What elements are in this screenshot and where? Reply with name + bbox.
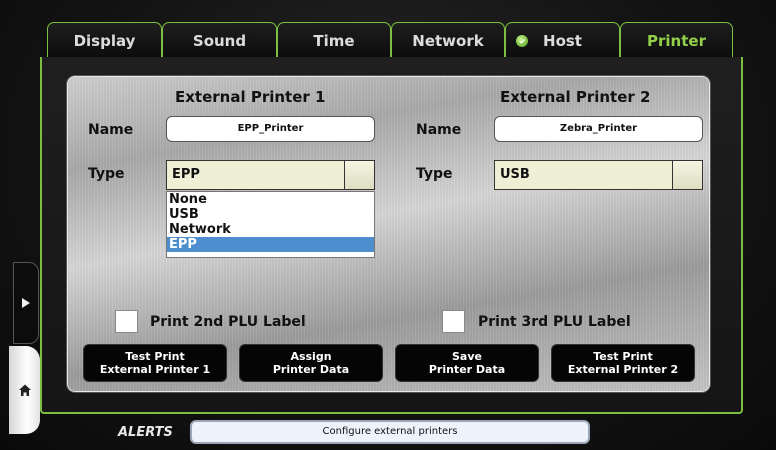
printer1-type-label: Type xyxy=(88,166,125,182)
home-icon xyxy=(18,384,31,396)
printer1-name-label: Name xyxy=(88,122,134,138)
dropdown-button[interactable] xyxy=(344,161,374,189)
tab-label: Time xyxy=(313,32,355,50)
tab-label: Display xyxy=(73,32,136,50)
button-line1: Test Print xyxy=(125,350,185,363)
tab-printer[interactable]: Printer xyxy=(620,22,733,58)
expand-sidebar-button[interactable] xyxy=(13,262,39,344)
assign-printer-data-button[interactable]: Assign Printer Data xyxy=(240,345,382,381)
play-arrow-icon xyxy=(22,298,30,308)
tab-display[interactable]: Display xyxy=(47,22,162,58)
tab-label: Host xyxy=(543,32,582,50)
print-2nd-plu-label: Print 2nd PLU Label xyxy=(150,314,306,330)
tab-network[interactable]: Network xyxy=(391,22,505,58)
button-line2: Printer Data xyxy=(272,363,350,376)
alerts-label: ALERTS xyxy=(118,425,173,440)
option-usb[interactable]: USB xyxy=(167,207,374,222)
printer1-name-field[interactable]: EPP_Printer xyxy=(166,116,375,142)
print-3rd-plu-checkbox[interactable] xyxy=(442,310,465,333)
test-print-printer2-button[interactable]: Test Print External Printer 2 xyxy=(552,345,694,381)
button-line2: External Printer 2 xyxy=(567,363,679,376)
button-line2: Printer Data xyxy=(428,363,506,376)
print-2nd-plu-checkbox[interactable] xyxy=(115,310,138,333)
check-circle-icon xyxy=(516,35,528,47)
printer1-type-value: EPP xyxy=(172,167,200,182)
tab-label: Printer xyxy=(647,32,706,50)
printer2-name-field[interactable]: Zebra_Printer xyxy=(494,116,703,142)
tab-host[interactable]: Host xyxy=(505,22,620,58)
printer2-type-label: Type xyxy=(416,166,453,182)
option-epp[interactable]: EPP xyxy=(167,237,374,252)
home-button[interactable] xyxy=(9,346,40,434)
button-line1: Test Print xyxy=(593,350,653,363)
alerts-message: Configure external printers xyxy=(190,420,590,444)
button-line1: Save xyxy=(452,350,482,363)
printer1-type-select[interactable]: EPP xyxy=(166,160,375,190)
dropdown-button[interactable] xyxy=(672,161,702,189)
printer1-type-options: None USB Network EPP xyxy=(166,191,375,258)
tab-label: Sound xyxy=(192,32,247,50)
test-print-printer1-button[interactable]: Test Print External Printer 1 xyxy=(84,345,226,381)
printer1-header: External Printer 1 xyxy=(175,88,326,106)
tab-label: Network xyxy=(412,32,484,50)
tab-time[interactable]: Time xyxy=(277,22,391,58)
option-network[interactable]: Network xyxy=(167,222,374,237)
printer2-header: External Printer 2 xyxy=(500,88,651,106)
option-none[interactable]: None xyxy=(167,192,374,207)
tab-bar: Display Sound Time Network Host Printer xyxy=(47,22,733,58)
button-line2: External Printer 1 xyxy=(99,363,211,376)
button-line1: Assign xyxy=(290,350,332,363)
save-printer-data-button[interactable]: Save Printer Data xyxy=(396,345,538,381)
printer2-type-select[interactable]: USB xyxy=(494,160,703,190)
printer2-name-label: Name xyxy=(416,122,462,138)
print-3rd-plu-label: Print 3rd PLU Label xyxy=(478,314,631,330)
tab-sound[interactable]: Sound xyxy=(162,22,277,58)
printer2-type-value: USB xyxy=(500,167,530,182)
